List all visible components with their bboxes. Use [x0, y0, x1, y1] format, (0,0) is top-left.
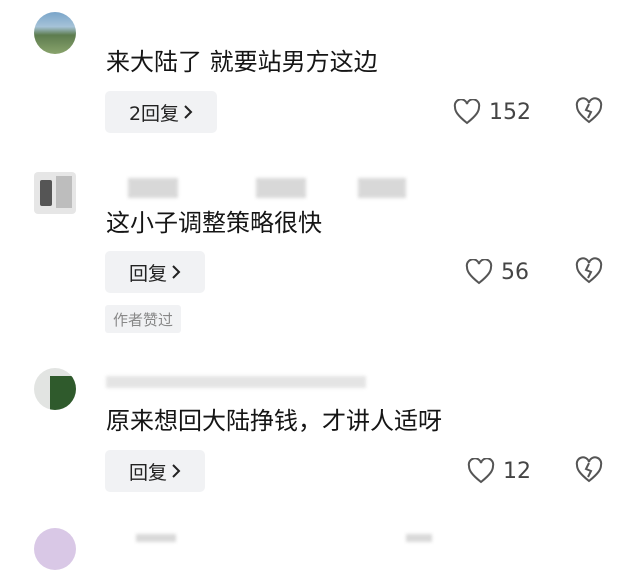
broken-heart-icon	[575, 257, 603, 284]
heart-icon	[467, 458, 495, 484]
reply-button[interactable]: 回复	[105, 450, 205, 492]
like-button[interactable]: 152	[453, 96, 531, 128]
broken-heart-icon	[575, 456, 603, 483]
avatar[interactable]	[34, 12, 76, 54]
dislike-button[interactable]	[574, 97, 604, 127]
heart-icon	[453, 99, 481, 125]
like-count: 56	[501, 259, 529, 285]
reply-button[interactable]: 回复	[105, 251, 205, 293]
author-liked-badge: 作者赞过	[105, 305, 182, 333]
chevron-right-icon	[183, 105, 193, 119]
like-button[interactable]: 56	[465, 256, 529, 288]
like-count: 12	[503, 458, 531, 484]
comment-text: 来大陆了 就要站男方这边	[106, 48, 378, 76]
avatar[interactable]	[34, 528, 76, 570]
avatar[interactable]	[34, 172, 76, 214]
reply-label: 2回复	[128, 102, 180, 125]
blurred-username	[106, 534, 436, 554]
broken-heart-icon	[575, 97, 603, 124]
comment-text: 这小子调整策略很快	[106, 209, 322, 237]
avatar[interactable]	[34, 368, 76, 410]
comment-text: 原来想回大陆挣钱，才讲人适呀	[106, 407, 442, 435]
like-count: 152	[489, 99, 531, 125]
reply-label: 回复	[128, 262, 167, 285]
chevron-right-icon	[171, 265, 181, 279]
heart-icon	[465, 259, 493, 285]
reply-button[interactable]: 2回复	[105, 91, 217, 133]
dislike-button[interactable]	[574, 456, 604, 486]
dislike-button[interactable]	[574, 257, 604, 287]
blurred-username	[106, 372, 386, 392]
reply-label: 回复	[128, 461, 167, 484]
blurred-username	[106, 178, 426, 198]
like-button[interactable]: 12	[467, 455, 531, 487]
chevron-right-icon	[171, 464, 181, 478]
